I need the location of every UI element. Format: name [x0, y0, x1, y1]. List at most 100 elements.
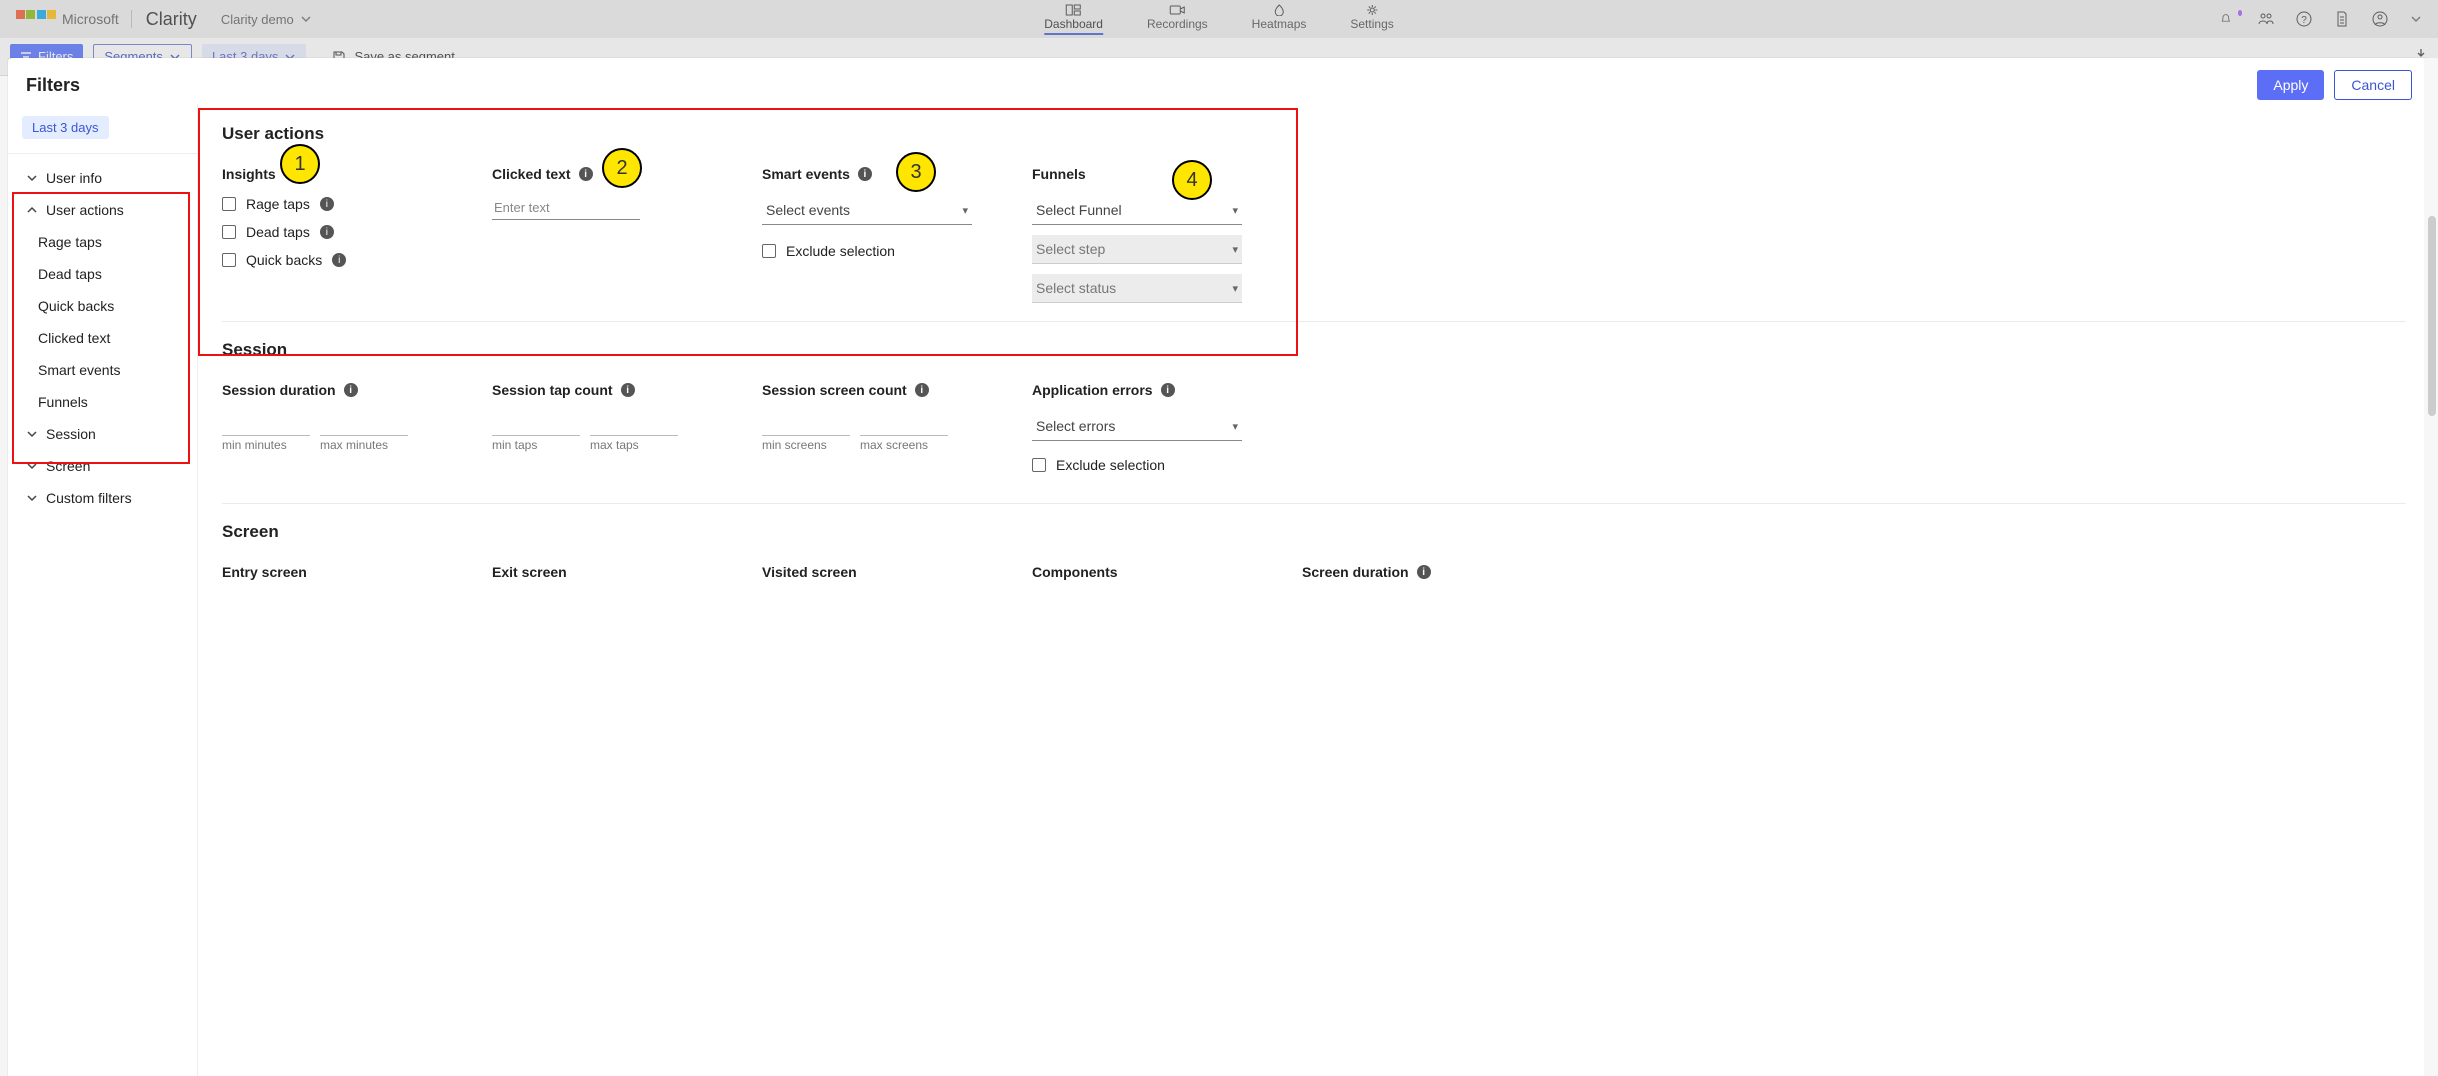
session-tap-max-input[interactable]	[590, 412, 678, 436]
filters-sidebar: Last 3 days User info User actions Rage …	[8, 104, 198, 1076]
sidebar-item-rage-taps[interactable]: Rage taps	[8, 226, 197, 258]
header-right-icons: ?	[2220, 11, 2422, 27]
chevron-down-icon	[26, 460, 38, 472]
people-icon[interactable]	[2258, 11, 2274, 27]
account-chevron-icon[interactable]	[2410, 13, 2422, 25]
session-duration-min-input[interactable]	[222, 412, 310, 436]
chevron-down-icon	[300, 13, 312, 25]
info-icon[interactable]: i	[344, 383, 358, 397]
project-selector[interactable]: Clarity demo	[221, 12, 312, 27]
checkbox-exclude-errors[interactable]	[1032, 458, 1046, 472]
col-exit-screen: Exit screen	[492, 564, 752, 580]
scrollbar-thumb[interactable]	[2428, 216, 2436, 416]
chevron-up-icon	[26, 204, 38, 216]
section-title-session: Session	[222, 340, 2406, 360]
insights-label: Insights	[222, 166, 276, 182]
chevron-down-icon: ▾	[1232, 204, 1238, 217]
col-funnels: Funnels Select Funnel▾ Select step▾ Sele…	[1032, 166, 1292, 303]
checkbox-dead-taps[interactable]	[222, 225, 236, 239]
filters-content: 1 2 3 4 User actions Insights Rage tapsi…	[198, 104, 2430, 1076]
clicked-text-input[interactable]	[492, 196, 640, 220]
col-application-errors: Application errorsi Select errors▾ Exclu…	[1032, 382, 1292, 485]
session-screen-max-input[interactable]	[860, 412, 948, 436]
col-insights: Insights Rage tapsi Dead tapsi Quick bac…	[222, 166, 482, 303]
col-clicked-text: Clicked text i	[492, 166, 752, 303]
apply-button[interactable]: Apply	[2257, 70, 2324, 100]
chevron-down-icon: ▾	[1232, 243, 1238, 256]
microsoft-label: Microsoft	[62, 11, 119, 27]
funnels-select-status: Select status▾	[1032, 274, 1242, 303]
microsoft-logo	[16, 10, 56, 28]
checkbox-quick-backs[interactable]	[222, 253, 236, 267]
user-actions-grid: Insights Rage tapsi Dead tapsi Quick bac…	[222, 166, 2406, 303]
sidebar-group-session[interactable]: Session	[8, 418, 197, 450]
info-icon[interactable]: i	[858, 167, 872, 181]
nav-recordings-label: Recordings	[1147, 17, 1208, 31]
nav-heatmaps[interactable]: Heatmaps	[1248, 2, 1311, 37]
section-title-user-actions: User actions	[222, 124, 2406, 144]
account-icon[interactable]	[2372, 11, 2388, 27]
project-name: Clarity demo	[221, 12, 294, 27]
top-header: Microsoft Clarity Clarity demo Dashboard…	[0, 0, 2438, 38]
section-title-screen: Screen	[222, 522, 2406, 542]
sidebar-item-smart-events[interactable]: Smart events	[8, 354, 197, 386]
info-icon[interactable]: i	[621, 383, 635, 397]
nav-dashboard[interactable]: Dashboard	[1040, 2, 1107, 37]
smart-events-select[interactable]: Select events▾	[762, 196, 972, 225]
info-icon[interactable]: i	[1161, 383, 1175, 397]
funnels-select-step: Select step▾	[1032, 235, 1242, 264]
chevron-down-icon	[26, 428, 38, 440]
help-icon[interactable]: ?	[2296, 11, 2312, 27]
info-icon[interactable]: i	[579, 167, 593, 181]
chevron-down-icon: ▾	[962, 204, 968, 217]
checkbox-exclude-smart-events[interactable]	[762, 244, 776, 258]
funnels-select-funnel[interactable]: Select Funnel▾	[1032, 196, 1242, 225]
chevron-down-icon	[26, 172, 38, 184]
sidebar-group-user-info[interactable]: User info	[8, 162, 197, 194]
checkbox-rage-taps[interactable]	[222, 197, 236, 211]
recordings-icon	[1169, 4, 1185, 16]
sidebar-date-chip[interactable]: Last 3 days	[22, 116, 109, 139]
sidebar-item-funnels[interactable]: Funnels	[8, 386, 197, 418]
session-screen-min-input[interactable]	[762, 412, 850, 436]
sidebar-group-user-actions[interactable]: User actions	[8, 194, 197, 226]
cancel-button[interactable]: Cancel	[2334, 70, 2412, 100]
chevron-down-icon: ▾	[1232, 282, 1238, 295]
col-screen-duration: Screen durationi	[1302, 564, 1562, 580]
brand-separator	[131, 10, 132, 28]
svg-text:?: ?	[2301, 15, 2307, 26]
scrollbar-track[interactable]	[2424, 58, 2438, 1076]
col-session-duration: Session durationi min minutes max minute…	[222, 382, 482, 485]
session-tap-min-input[interactable]	[492, 412, 580, 436]
sidebar-item-quick-backs[interactable]: Quick backs	[8, 290, 197, 322]
col-smart-events: Smart eventsi Select events▾ Exclude sel…	[762, 166, 1022, 303]
sidebar-item-dead-taps[interactable]: Dead taps	[8, 258, 197, 290]
sidebar-group-screen[interactable]: Screen	[8, 450, 197, 482]
smart-events-label: Smart events	[762, 166, 850, 182]
info-icon[interactable]: i	[915, 383, 929, 397]
info-icon[interactable]: i	[332, 253, 346, 267]
sidebar-item-clicked-text[interactable]: Clicked text	[8, 322, 197, 354]
info-icon[interactable]: i	[320, 225, 334, 239]
nav-settings-label: Settings	[1350, 17, 1393, 31]
panel-title: Filters	[26, 75, 80, 96]
settings-icon	[1364, 4, 1380, 16]
app-errors-select[interactable]: Select errors▾	[1032, 412, 1242, 441]
nav-recordings[interactable]: Recordings	[1143, 2, 1212, 37]
session-duration-max-input[interactable]	[320, 412, 408, 436]
clicked-text-label: Clicked text	[492, 166, 571, 182]
heatmaps-icon	[1271, 4, 1287, 16]
info-icon[interactable]: i	[1417, 565, 1431, 579]
col-session-screen-count: Session screen counti min screens max sc…	[762, 382, 1022, 485]
col-components: Components	[1032, 564, 1292, 580]
nav-heatmaps-label: Heatmaps	[1252, 17, 1307, 31]
screen-grid: Entry screen Exit screen Visited screen …	[222, 564, 2406, 594]
funnels-label: Funnels	[1032, 166, 1086, 182]
nav-settings[interactable]: Settings	[1346, 2, 1397, 37]
info-icon[interactable]: i	[320, 197, 334, 211]
product-name: Clarity	[146, 9, 197, 30]
notifications-icon[interactable]	[2220, 11, 2236, 27]
sidebar-group-custom-filters[interactable]: Custom filters	[8, 482, 197, 514]
session-grid: Session durationi min minutes max minute…	[222, 382, 2406, 485]
document-icon[interactable]	[2334, 11, 2350, 27]
